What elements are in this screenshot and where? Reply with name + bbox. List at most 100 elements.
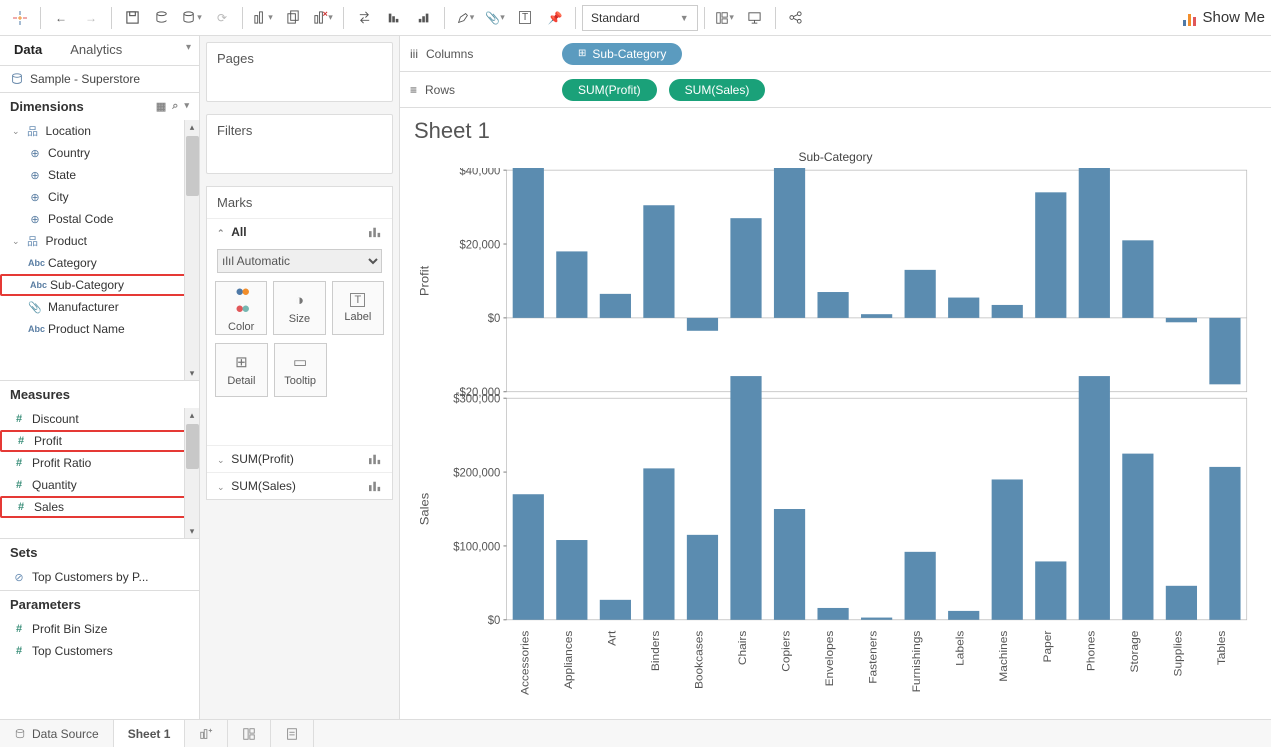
field-country[interactable]: ⊕ Country	[0, 142, 199, 164]
bar[interactable]	[1166, 586, 1197, 620]
tab-analytics[interactable]: Analytics	[56, 36, 199, 65]
bar[interactable]	[513, 168, 544, 318]
bar[interactable]	[643, 468, 674, 619]
bar[interactable]	[948, 298, 979, 318]
fit-dropdown[interactable]: Standard ▼	[582, 5, 698, 31]
back-icon[interactable]: ←	[47, 4, 75, 32]
bar[interactable]	[1079, 168, 1110, 318]
highlight-icon[interactable]: ▾	[451, 4, 479, 32]
bar[interactable]	[905, 270, 936, 318]
color-button[interactable]: ●●●●Color	[215, 281, 267, 335]
new-worksheet-icon[interactable]: ▾	[249, 4, 277, 32]
bar[interactable]	[687, 535, 718, 620]
field-postal-code[interactable]: ⊕ Postal Code	[0, 208, 199, 230]
field-city[interactable]: ⊕ City	[0, 186, 199, 208]
labels-icon[interactable]: T	[511, 4, 539, 32]
bar[interactable]	[600, 600, 631, 620]
columns-shelf[interactable]: iiiColumns ⊞Sub-Category	[400, 36, 1271, 72]
search-icon[interactable]: ⌕	[172, 100, 178, 113]
sort-desc-icon[interactable]	[410, 4, 438, 32]
bar[interactable]	[861, 618, 892, 620]
chart-canvas[interactable]: Profit-$20,000$0$20,000$40,000Sales$0$10…	[414, 168, 1257, 711]
filters-shelf[interactable]: Filters	[206, 114, 393, 174]
bar[interactable]	[774, 509, 805, 620]
sort-asc-icon[interactable]	[380, 4, 408, 32]
bar[interactable]	[1122, 454, 1153, 620]
bar[interactable]	[1166, 318, 1197, 322]
field-quantity[interactable]: # Quantity	[0, 474, 199, 496]
label-button[interactable]: TLabel	[332, 281, 384, 335]
bar[interactable]	[556, 540, 587, 620]
marks-sum-sales-row[interactable]: ⌄ SUM(Sales)	[207, 472, 392, 499]
bar[interactable]	[643, 205, 674, 318]
pin-icon[interactable]: 📌	[541, 4, 569, 32]
bar[interactable]	[817, 292, 848, 318]
bar[interactable]	[992, 305, 1023, 318]
tab-sheet-1[interactable]: Sheet 1	[114, 720, 186, 747]
field-profit-ratio[interactable]: # Profit Ratio	[0, 452, 199, 474]
bar[interactable]	[992, 479, 1023, 619]
bar[interactable]	[861, 314, 892, 318]
bar[interactable]	[817, 608, 848, 620]
new-datasource-icon[interactable]	[148, 4, 176, 32]
share-icon[interactable]	[782, 4, 810, 32]
bar[interactable]	[774, 168, 805, 318]
bar[interactable]	[1209, 467, 1240, 620]
bar[interactable]	[513, 494, 544, 620]
clear-sheet-icon[interactable]: ▾	[309, 4, 337, 32]
show-cards-icon[interactable]: ▾	[711, 4, 739, 32]
parameter-item[interactable]: # Top Customers	[0, 640, 199, 662]
mark-type-select[interactable]: ılıl Automatic	[217, 249, 382, 273]
presentation-icon[interactable]	[741, 4, 769, 32]
marks-sum-profit-row[interactable]: ⌄ SUM(Profit)	[207, 445, 392, 472]
tab-data-source[interactable]: Data Source	[0, 720, 114, 747]
pill-sub-category[interactable]: ⊞Sub-Category	[562, 43, 682, 65]
tableau-logo-icon[interactable]	[6, 4, 34, 32]
bar[interactable]	[1079, 376, 1110, 620]
group-icon[interactable]: 📎▾	[481, 4, 509, 32]
new-dashboard-tab[interactable]	[228, 720, 271, 747]
field-product[interactable]: ⌄ 品 Product	[0, 230, 199, 252]
forward-icon[interactable]: →	[77, 4, 105, 32]
field-category[interactable]: Abc Category	[0, 252, 199, 274]
pages-shelf[interactable]: Pages	[206, 42, 393, 102]
field-product-name[interactable]: Abc Product Name	[0, 318, 199, 340]
autosave-icon[interactable]: ▾	[178, 4, 206, 32]
marks-all-row[interactable]: ⌃ All	[207, 219, 392, 245]
bar[interactable]	[687, 318, 718, 331]
sheet-title[interactable]: Sheet 1	[400, 108, 1271, 148]
pill-sum-sales[interactable]: SUM(Sales)	[669, 79, 766, 101]
show-me-button[interactable]: Show Me	[1183, 9, 1265, 26]
field-discount[interactable]: # Discount	[0, 408, 199, 430]
bar[interactable]	[1209, 318, 1240, 384]
field-location[interactable]: ⌄ 品 Location	[0, 120, 199, 142]
field-manufacturer[interactable]: 📎 Manufacturer	[0, 296, 199, 318]
tab-data[interactable]: Data	[0, 36, 56, 65]
field-profit[interactable]: # Profit	[0, 430, 199, 452]
bar[interactable]	[948, 611, 979, 620]
bar[interactable]	[730, 218, 761, 318]
bar[interactable]	[1035, 192, 1066, 318]
view-mode-icon[interactable]: ▦	[156, 100, 166, 113]
new-worksheet-tab[interactable]	[185, 720, 228, 747]
field-sub-category[interactable]: Abc Sub-Category	[0, 274, 199, 296]
field-state[interactable]: ⊕ State	[0, 164, 199, 186]
size-button[interactable]: ◑Size	[273, 281, 325, 335]
tooltip-button[interactable]: ▭Tooltip	[274, 343, 327, 397]
parameter-item[interactable]: # Profit Bin Size	[0, 618, 199, 640]
duplicate-sheet-icon[interactable]	[279, 4, 307, 32]
datasource-item[interactable]: Sample - Superstore	[0, 66, 199, 92]
rows-shelf[interactable]: ≡Rows SUM(Profit) SUM(Sales)	[400, 72, 1271, 108]
field-sales[interactable]: # Sales	[0, 496, 199, 518]
menu-icon[interactable]: ▾	[184, 100, 189, 113]
detail-button[interactable]: ⊞Detail	[215, 343, 268, 397]
bar[interactable]	[730, 376, 761, 620]
swap-icon[interactable]	[350, 4, 378, 32]
bar[interactable]	[600, 294, 631, 318]
new-story-tab[interactable]	[271, 720, 314, 747]
bar[interactable]	[1122, 240, 1153, 318]
bar[interactable]	[556, 251, 587, 317]
save-icon[interactable]	[118, 4, 146, 32]
bar[interactable]	[905, 552, 936, 620]
refresh-icon[interactable]: ⟳	[208, 4, 236, 32]
